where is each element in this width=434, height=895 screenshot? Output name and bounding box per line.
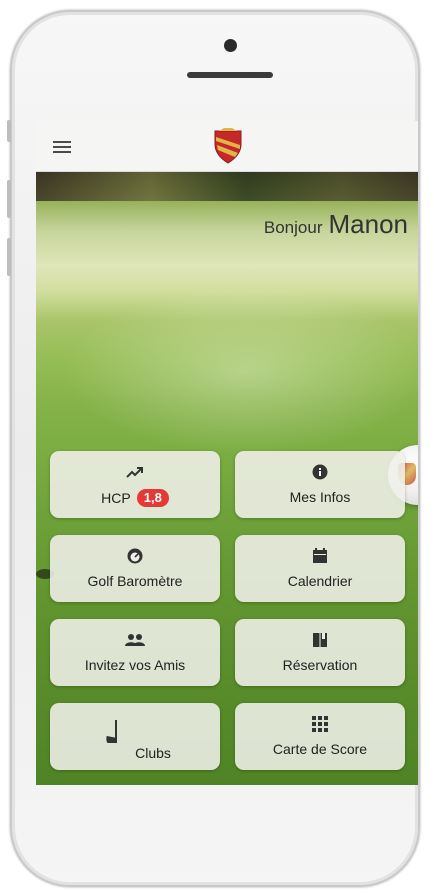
golf-barometre-label: Golf Baromètre bbox=[87, 573, 183, 589]
info-icon bbox=[312, 464, 328, 480]
user-name: Manon bbox=[328, 209, 409, 239]
reservation-button[interactable]: Réservation bbox=[235, 619, 405, 686]
volume-up-button bbox=[7, 180, 11, 218]
calendrier-label: Calendrier bbox=[287, 573, 353, 589]
clubs-button[interactable]: Clubs bbox=[50, 703, 220, 770]
calendrier-button[interactable]: Calendrier bbox=[235, 535, 405, 602]
people-icon bbox=[125, 634, 145, 646]
mes-infos-button[interactable]: Mes Infos bbox=[235, 451, 405, 518]
mes-infos-label: Mes Infos bbox=[289, 489, 351, 505]
app-screen: Bonjour Manon HCP 1,8 Mes Infos Golf Bar… bbox=[36, 121, 418, 785]
carte-de-score-label: Carte de Score bbox=[272, 741, 368, 757]
top-bar bbox=[36, 121, 418, 172]
greeting: Bonjour Manon bbox=[264, 209, 408, 240]
earpiece-speaker bbox=[187, 72, 273, 78]
trending-up-icon bbox=[126, 467, 143, 478]
invitez-vos-amis-label: Invitez vos Amis bbox=[84, 657, 186, 673]
clubs-label: Clubs bbox=[135, 745, 171, 761]
mute-switch bbox=[7, 120, 11, 142]
gauge-icon bbox=[127, 548, 143, 564]
reservation-label: Réservation bbox=[282, 657, 358, 673]
grid-icon bbox=[312, 716, 328, 732]
greeting-hello: Bonjour bbox=[263, 218, 323, 237]
golf-barometre-button[interactable]: Golf Baromètre bbox=[50, 535, 220, 602]
book-icon bbox=[313, 633, 327, 647]
golf-club-icon bbox=[106, 720, 117, 743]
invitez-vos-amis-button[interactable]: Invitez vos Amis bbox=[50, 619, 220, 686]
calendar-icon bbox=[313, 548, 327, 563]
phone-bottom-bezel bbox=[36, 785, 418, 845]
hcp-badge: 1,8 bbox=[136, 489, 169, 507]
carte-de-score-button[interactable]: Carte de Score bbox=[235, 703, 405, 770]
hcp-button[interactable]: HCP 1,8 bbox=[50, 451, 220, 518]
club-logo bbox=[214, 128, 242, 164]
hcp-label: HCP bbox=[101, 490, 131, 506]
front-camera bbox=[224, 39, 237, 52]
volume-down-button bbox=[7, 238, 11, 276]
hamburger-menu-icon[interactable] bbox=[53, 141, 71, 153]
